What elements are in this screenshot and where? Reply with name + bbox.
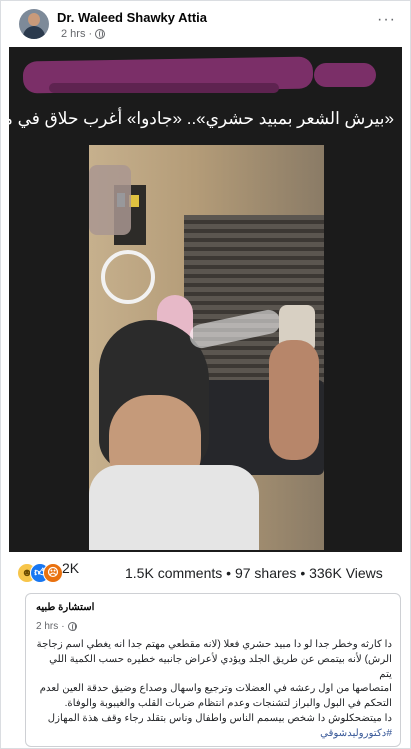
engagement-summary[interactable]: 1.5K comments • 97 shares • 336K Views	[125, 565, 383, 581]
meta-separator: ·	[88, 28, 93, 40]
text-line: دا ميتضحكلوش دا شخص بيسمم الناس واطفال و…	[47, 712, 392, 724]
video-hand	[269, 340, 319, 460]
angry-icon: ☹	[43, 563, 63, 583]
post-meta: 2 hrs ·	[61, 28, 106, 40]
post-header: Dr. Waleed Shawky Attia 2 hrs · ···	[1, 1, 410, 45]
reaction-count[interactable]: 2K	[62, 560, 79, 576]
text-line: امتصاصها من اول رعشه في العضلات وترجيع و…	[39, 683, 392, 695]
author-name[interactable]: Dr. Waleed Shawky Attia	[57, 10, 207, 25]
text-line: دا كارثه وخطر جدا لو دا مبيد حشري فعلا (…	[36, 639, 392, 650]
scribble-redaction	[314, 63, 376, 87]
globe-icon	[95, 29, 106, 39]
facebook-post: Dr. Waleed Shawky Attia 2 hrs · ··· «بير…	[0, 0, 411, 749]
post-stats: ☻ 👍︎ ☹ 2K 1.5K comments • 97 shares • 33…	[1, 558, 410, 590]
author-avatar[interactable]	[19, 9, 49, 39]
avatar-head	[28, 13, 40, 26]
shared-post-card: استشارة طبيه 2 hrs · دا كارثه وخطر جدا ل…	[25, 593, 401, 747]
media-headline: «بيرش الشعر بمبيد حشري».. «جادوا» أغرب ح…	[9, 109, 394, 128]
globe-icon	[67, 622, 77, 631]
hashtag-link[interactable]: #دكتوروليدشوقي	[34, 727, 392, 742]
post-media[interactable]: «بيرش الشعر بمبيد حشري».. «جادوا» أغرب ح…	[9, 47, 402, 552]
shared-post-meta: 2 hrs ·	[36, 621, 77, 632]
video-ring-light	[101, 250, 155, 304]
text-line: التحكم في البول والبراز لتشنجات وعدم انت…	[64, 698, 392, 710]
shared-page-name[interactable]: استشارة طبيه	[36, 602, 94, 613]
shared-post-text: دا كارثه وخطر جدا لو دا مبيد حشري فعلا (…	[34, 638, 392, 742]
meta-separator: ·	[61, 621, 65, 632]
text-line: الرش) لأنه بيتمص عن طريق الجلد ويؤدي لأع…	[49, 653, 392, 680]
avatar-body	[23, 26, 45, 39]
scribble-redaction	[49, 83, 279, 93]
shared-post-time[interactable]: 2 hrs	[36, 621, 58, 632]
video-blur-patch	[89, 165, 131, 235]
post-time[interactable]: 2 hrs	[61, 28, 85, 40]
video-cape	[89, 465, 259, 550]
video-frame[interactable]	[89, 145, 324, 550]
more-options-button[interactable]: ···	[377, 11, 396, 29]
